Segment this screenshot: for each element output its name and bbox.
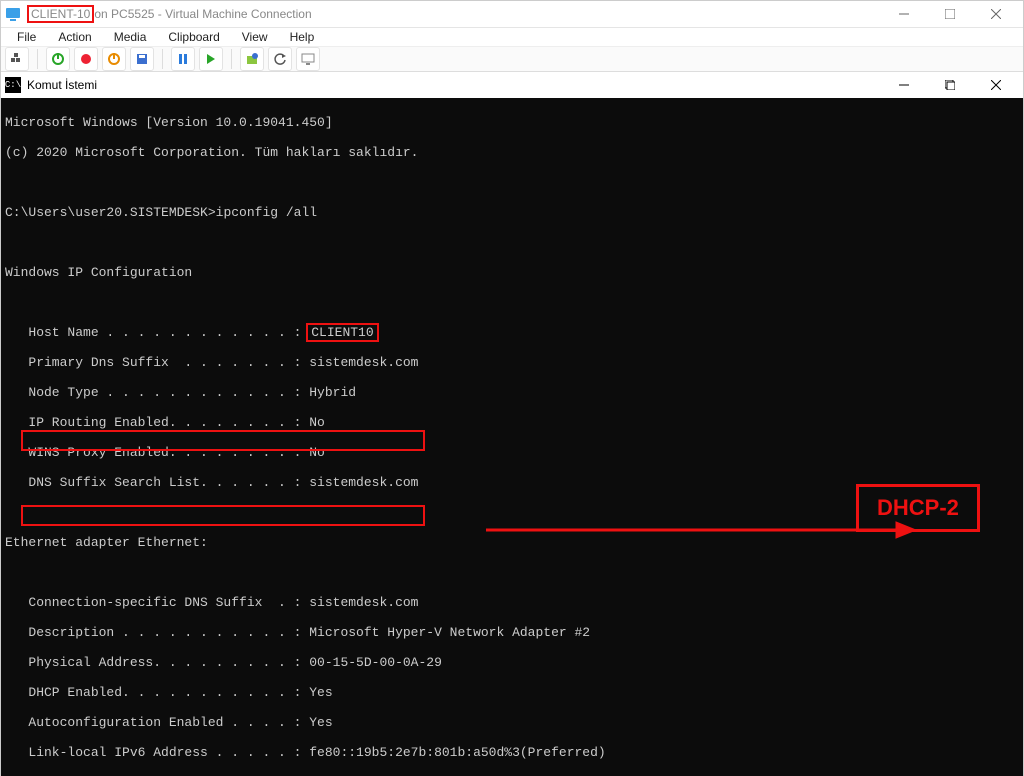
menu-file[interactable]: File — [7, 28, 46, 46]
cmd-close-button[interactable] — [973, 72, 1019, 98]
hyperv-window: CLIENT-10 o n PC5525 - Virtual Machine C… — [0, 0, 1024, 776]
menu-action[interactable]: Action — [48, 28, 101, 46]
window-title-mid: o — [94, 7, 101, 21]
close-button[interactable] — [973, 1, 1019, 27]
section-header: Ethernet adapter Ethernet: — [5, 535, 1019, 550]
menu-media[interactable]: Media — [104, 28, 157, 46]
prompt: C:\Users\user20.SISTEMDESK> — [5, 205, 216, 220]
line: Connection-specific DNS Suffix . : siste… — [5, 595, 1019, 610]
line: DHCP Enabled. . . . . . . . . . . : Yes — [5, 685, 1019, 700]
revert-icon[interactable] — [268, 47, 292, 71]
line: Physical Address. . . . . . . . . : 00-1… — [5, 655, 1019, 670]
maximize-button[interactable] — [927, 1, 973, 27]
menu-bar: File Action Media Clipboard View Help — [1, 28, 1023, 47]
line: Link-local IPv6 Address . . . . . : fe80… — [5, 745, 1019, 760]
section-header: Windows IP Configuration — [5, 265, 1019, 280]
ctrl-alt-del-icon[interactable] — [5, 47, 29, 71]
hostname-label: Host Name . . . . . . . . . . . . : — [5, 325, 309, 340]
menu-view[interactable]: View — [232, 28, 278, 46]
menu-clipboard[interactable]: Clipboard — [158, 28, 229, 46]
cmd-window: C:\ Komut İstemi Microsoft Windows [Vers… — [1, 72, 1023, 776]
vm-icon — [5, 6, 21, 22]
toolbar — [1, 47, 1023, 72]
minimize-button[interactable] — [881, 1, 927, 27]
line: Autoconfiguration Enabled . . . . : Yes — [5, 715, 1019, 730]
command: ipconfig /all — [216, 205, 317, 220]
window-title-rest: n PC5525 - Virtual Machine Connection — [101, 7, 312, 21]
vm-name-highlighted: CLIENT-10 — [27, 5, 94, 23]
line: Microsoft Windows [Version 10.0.19041.45… — [5, 115, 1019, 130]
dhcp-server-highlight-box — [21, 505, 425, 526]
line: Primary Dns Suffix . . . . . . . : siste… — [5, 355, 1019, 370]
turnoff-icon[interactable] — [74, 47, 98, 71]
dhcp2-callout: DHCP-2 — [856, 484, 980, 532]
ipv4-highlight-box — [21, 430, 425, 451]
hyperv-titlebar[interactable]: CLIENT-10 o n PC5525 - Virtual Machine C… — [1, 1, 1023, 28]
line: Description . . . . . . . . . . . : Micr… — [5, 625, 1019, 640]
enhanced-session-icon[interactable] — [296, 47, 320, 71]
terminal-output[interactable]: Microsoft Windows [Version 10.0.19041.45… — [1, 98, 1023, 776]
cmd-maximize-button[interactable] — [927, 72, 973, 98]
hostname-value-highlight: CLIENT10 — [306, 323, 378, 342]
cmd-title: Komut İstemi — [27, 78, 97, 92]
menu-help[interactable]: Help — [280, 28, 325, 46]
start-icon[interactable] — [46, 47, 70, 71]
pause-icon[interactable] — [171, 47, 195, 71]
line: Node Type . . . . . . . . . . . . : Hybr… — [5, 385, 1019, 400]
cmd-icon: C:\ — [5, 77, 21, 93]
shutdown-icon[interactable] — [102, 47, 126, 71]
save-icon[interactable] — [130, 47, 154, 71]
callout-label: DHCP-2 — [877, 497, 959, 519]
line: IP Routing Enabled. . . . . . . . : No — [5, 415, 1019, 430]
cmd-minimize-button[interactable] — [881, 72, 927, 98]
line: (c) 2020 Microsoft Corporation. Tüm hakl… — [5, 145, 1019, 160]
cmd-titlebar[interactable]: C:\ Komut İstemi — [1, 72, 1023, 98]
reset-icon[interactable] — [199, 47, 223, 71]
checkpoint-icon[interactable] — [240, 47, 264, 71]
